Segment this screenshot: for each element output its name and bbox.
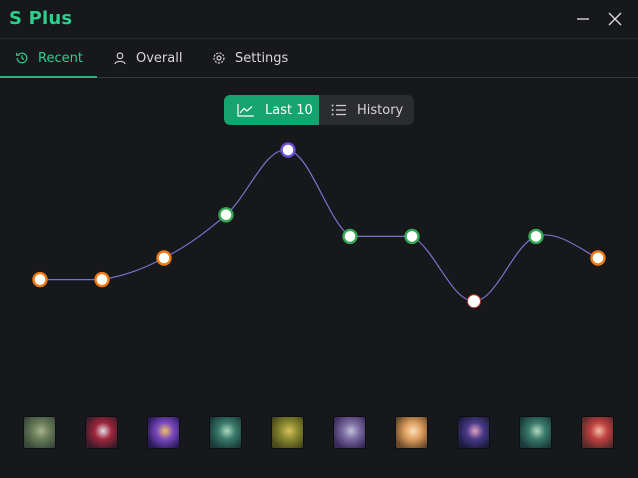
champion-icon[interactable] xyxy=(148,417,179,448)
list-icon xyxy=(331,104,346,116)
tab-label-recent: Recent xyxy=(38,50,83,66)
champion-icon[interactable] xyxy=(458,417,489,448)
title-bar[interactable]: S Plus xyxy=(0,0,638,38)
data-point[interactable] xyxy=(590,250,606,266)
data-point[interactable] xyxy=(156,250,172,266)
data-point[interactable] xyxy=(467,294,481,309)
app-title: S Plus xyxy=(9,8,73,29)
history-button[interactable]: History xyxy=(319,95,414,125)
tab-label-overall: Overall xyxy=(136,50,183,66)
data-point[interactable] xyxy=(528,228,544,245)
champion-icon[interactable] xyxy=(86,417,117,448)
data-point[interactable] xyxy=(32,271,48,288)
series-line xyxy=(40,149,599,302)
data-point[interactable] xyxy=(280,142,296,158)
performance-line-chart xyxy=(32,142,606,309)
tab-overall[interactable]: Overall xyxy=(113,39,182,77)
user-icon xyxy=(114,52,126,65)
champion-icon[interactable] xyxy=(24,417,55,448)
data-point[interactable] xyxy=(94,271,110,288)
champion-icon[interactable] xyxy=(396,417,427,448)
data-point[interactable] xyxy=(218,207,234,223)
champion-icon[interactable] xyxy=(210,417,241,448)
champion-icon[interactable] xyxy=(272,417,303,448)
history-icon xyxy=(16,52,28,64)
champion-icon[interactable] xyxy=(520,417,551,448)
line-chart-icon xyxy=(237,104,254,117)
champion-icon[interactable] xyxy=(582,417,613,448)
tab-bar: Recent Overall Settings xyxy=(0,39,638,79)
tab-label-settings: Settings xyxy=(235,50,289,66)
last10-label: Last 10 xyxy=(265,102,313,118)
tab-recent[interactable]: Recent xyxy=(15,39,83,77)
minimize-icon xyxy=(577,18,589,20)
close-button[interactable] xyxy=(604,8,626,30)
champion-icon[interactable] xyxy=(334,417,365,448)
last10-button[interactable]: Last 10 xyxy=(224,95,319,125)
tab-settings[interactable]: Settings xyxy=(212,39,288,77)
view-toggle: Last 10 History xyxy=(224,95,414,125)
history-label: History xyxy=(357,102,404,118)
active-tab-indicator xyxy=(0,76,97,78)
close-icon xyxy=(608,12,622,26)
app-window: S Plus Recent Overall Settings Last 10 H… xyxy=(0,0,638,478)
gear-icon xyxy=(213,52,225,64)
data-point[interactable] xyxy=(342,228,358,245)
minimize-button[interactable] xyxy=(572,8,594,30)
data-point[interactable] xyxy=(404,228,420,245)
